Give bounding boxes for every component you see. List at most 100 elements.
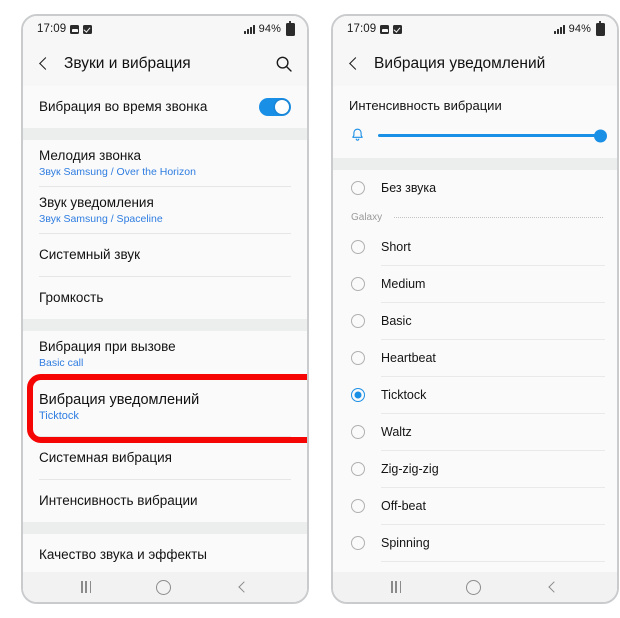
option-label: Basic xyxy=(381,314,412,328)
back-nav-icon[interactable] xyxy=(236,581,249,594)
row-title: Мелодия звонка xyxy=(39,147,142,163)
status-time: 17:09 xyxy=(37,23,67,35)
home-icon[interactable] xyxy=(465,579,481,595)
nav-bar-right xyxy=(333,572,617,602)
option-label: Без звука xyxy=(381,181,437,195)
battery-icon xyxy=(286,20,295,36)
section-gap xyxy=(23,319,307,331)
option-row[interactable]: Zig-zig-zig xyxy=(333,451,617,487)
page-title: Звуки и вибрация xyxy=(64,55,191,72)
option-label: Heartbeat xyxy=(381,351,436,365)
settings-row-system-sound[interactable]: Системный звук xyxy=(23,234,307,276)
left-screen: 17:09 94% Звуки и вибрация Вибрация во в… xyxy=(23,16,307,602)
battery-icon xyxy=(596,20,605,36)
row-subtitle: Звук Samsung / Spaceline xyxy=(39,212,163,225)
recent-apps-icon[interactable] xyxy=(81,581,92,593)
right-options-list[interactable]: Интенсивность вибрации Без звука Galaxy … xyxy=(333,86,617,572)
option-label: Spinning xyxy=(381,536,430,550)
option-label: Ticktock xyxy=(381,388,427,402)
radio-button[interactable] xyxy=(351,462,365,476)
radio-button[interactable] xyxy=(351,499,365,513)
radio-button[interactable] xyxy=(351,536,365,550)
battery-percent: 94% xyxy=(568,23,591,35)
option-row[interactable]: Siren xyxy=(333,562,617,572)
bell-icon xyxy=(349,127,366,144)
radio-button[interactable] xyxy=(351,277,365,291)
phone-left: 17:09 94% Звуки и вибрация Вибрация во в… xyxy=(21,14,309,604)
dotted-line xyxy=(394,216,603,219)
nav-bar-left xyxy=(23,572,307,602)
row-subtitle: Звук Samsung / Over the Horizon xyxy=(39,165,196,178)
option-row[interactable]: Basic xyxy=(333,303,617,339)
app-bar-right: Вибрация уведомлений xyxy=(333,42,617,86)
option-row[interactable]: Ticktock xyxy=(333,377,617,413)
back-icon[interactable] xyxy=(36,56,52,72)
vibration-pattern-options[interactable]: Short Medium Basic Heartbeat Ticktock Waltz Zi… xyxy=(333,229,617,572)
option-label: Short xyxy=(381,240,411,254)
check-square-icon xyxy=(83,24,93,34)
option-row[interactable]: Spinning xyxy=(333,525,617,561)
row-subtitle: Basic call xyxy=(39,356,84,369)
signal-icon xyxy=(243,24,255,34)
option-label: Off-beat xyxy=(381,499,426,513)
back-nav-icon[interactable] xyxy=(546,581,559,594)
radio-button[interactable] xyxy=(351,388,365,402)
status-time: 17:09 xyxy=(347,23,377,35)
right-screen: 17:09 94% Вибрация уведомлений Интенсивн… xyxy=(333,16,617,602)
option-row[interactable]: Waltz xyxy=(333,414,617,450)
group-label: Galaxy xyxy=(351,212,383,223)
slider-label: Интенсивность вибрации xyxy=(349,98,502,113)
vibration-intensity-slider[interactable] xyxy=(378,129,607,142)
settings-row-vibration-intensity[interactable]: Интенсивность вибрации xyxy=(23,480,307,522)
status-bar-left: 17:09 94% xyxy=(23,16,307,42)
option-label: Waltz xyxy=(381,425,412,439)
option-row[interactable]: Medium xyxy=(333,266,617,302)
screenshot-stage: 17:09 94% Звуки и вибрация Вибрация во в… xyxy=(0,0,620,618)
radio-button[interactable] xyxy=(351,314,365,328)
settings-section-1: Вибрация во время звонка xyxy=(23,86,307,128)
app-bar-left: Звуки и вибрация xyxy=(23,42,307,86)
search-icon[interactable] xyxy=(275,55,293,73)
radio-button[interactable] xyxy=(351,351,365,365)
vibrate-while-ringing-toggle[interactable] xyxy=(259,98,291,116)
status-bar-right: 17:09 94% xyxy=(333,16,617,42)
settings-row-volume[interactable]: Громкость xyxy=(23,277,307,319)
vibration-intensity-block: Интенсивность вибрации xyxy=(333,86,617,158)
row-title: Громкость xyxy=(39,290,104,305)
recent-apps-icon[interactable] xyxy=(391,581,402,593)
radio-button[interactable] xyxy=(351,425,365,439)
page-title: Вибрация уведомлений xyxy=(374,55,546,72)
row-subtitle: Ticktock xyxy=(39,409,79,422)
back-icon[interactable] xyxy=(346,56,362,72)
settings-row-call-vibration[interactable]: Вибрация при вызове Basic call xyxy=(23,331,307,377)
home-icon[interactable] xyxy=(155,579,171,595)
left-settings-list[interactable]: Вибрация во время звонка Мелодия звонка … xyxy=(23,86,307,572)
option-row-silent[interactable]: Без звука xyxy=(333,170,617,206)
option-row[interactable]: Short xyxy=(333,229,617,265)
battery-percent: 94% xyxy=(258,23,281,35)
row-title: Вибрация при вызове xyxy=(39,338,176,354)
slider-thumb[interactable] xyxy=(594,129,607,142)
settings-row-ringtone[interactable]: Мелодия звонка Звук Samsung / Over the H… xyxy=(23,140,307,186)
radio-button[interactable] xyxy=(351,181,365,195)
option-row[interactable]: Off-beat xyxy=(333,488,617,524)
settings-row-system-vibration[interactable]: Системная вибрация xyxy=(23,437,307,479)
option-row[interactable]: Heartbeat xyxy=(333,340,617,376)
settings-section-4: Качество звука и эффекты Раздельный выво… xyxy=(23,534,307,572)
row-title: Вибрация во время звонка xyxy=(39,99,208,114)
settings-row-notification-sound[interactable]: Звук уведомления Звук Samsung / Spacelin… xyxy=(23,187,307,233)
radio-button[interactable] xyxy=(351,240,365,254)
row-title: Интенсивность вибрации xyxy=(39,493,198,508)
option-label: Medium xyxy=(381,277,426,291)
group-divider-galaxy: Galaxy xyxy=(333,206,617,229)
signal-icon xyxy=(553,24,565,34)
row-title: Системная вибрация xyxy=(39,450,172,465)
settings-row-notification-vibration[interactable]: Вибрация уведомлений Ticktock xyxy=(23,378,307,436)
section-gap xyxy=(23,128,307,140)
settings-section-2: Мелодия звонка Звук Samsung / Over the H… xyxy=(23,140,307,319)
section-gap xyxy=(23,522,307,534)
phone-right: 17:09 94% Вибрация уведомлений Интенсивн… xyxy=(331,14,619,604)
settings-row-sound-quality[interactable]: Качество звука и эффекты xyxy=(23,534,307,572)
check-square-icon xyxy=(393,24,403,34)
settings-row-vibrate-while-ringing[interactable]: Вибрация во время звонка xyxy=(23,86,307,128)
